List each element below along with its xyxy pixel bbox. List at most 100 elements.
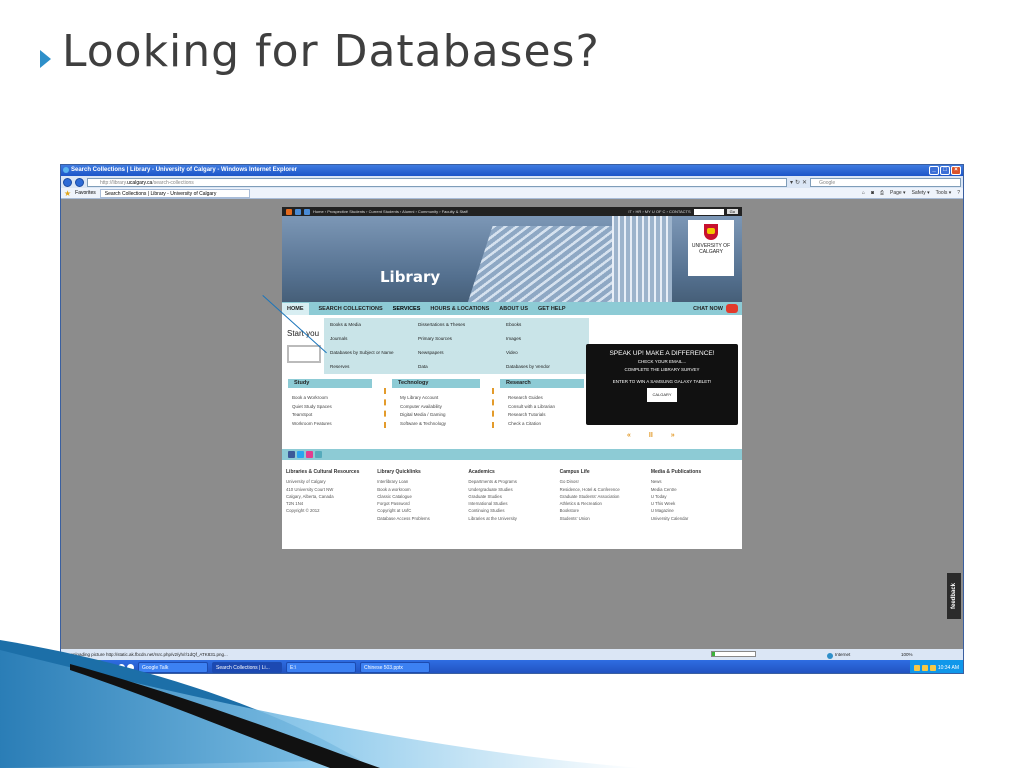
list-item[interactable]: Book a workroom — [377, 486, 468, 493]
list-item: University of Calgary — [286, 479, 326, 485]
list-item[interactable]: Residence, Hotel & Conference — [560, 486, 651, 493]
menu-item[interactable]: Databases by Vendor — [506, 363, 595, 377]
rss-icon[interactable] — [286, 208, 292, 215]
home-icon[interactable]: ⌂ — [862, 190, 865, 196]
maximize-button[interactable]: □ — [940, 166, 950, 175]
list-item[interactable]: Go Dinos! — [560, 478, 651, 485]
favorites-button[interactable]: Favorites — [75, 190, 96, 196]
list-item[interactable]: Quiet Study Spaces — [292, 403, 372, 412]
menu-item[interactable]: Books & Media — [330, 321, 418, 335]
menu-item[interactable]: Data — [418, 363, 506, 377]
twitter-icon[interactable] — [297, 451, 304, 458]
list-item[interactable]: Computer Availability — [400, 403, 480, 412]
nav-about-us[interactable]: ABOUT US — [499, 306, 528, 312]
list-item[interactable]: TeamSpot — [292, 411, 372, 420]
quick-search-input[interactable] — [287, 345, 321, 363]
list-item[interactable]: Undergraduate Studies — [468, 486, 559, 493]
nav-hours-locations[interactable]: HOURS & LOCATIONS — [430, 306, 489, 312]
safety-menu[interactable]: Safety ▾ — [912, 190, 930, 196]
previous-button[interactable]: « — [627, 432, 631, 439]
list-item[interactable]: Research Guides — [508, 394, 584, 403]
list-item[interactable]: My Library Account — [400, 394, 480, 403]
column-heading: Research — [500, 379, 584, 388]
nav-get-help[interactable]: GET HELP — [538, 306, 566, 312]
list-item[interactable]: International Studies — [468, 500, 559, 507]
menu-item[interactable]: Primary Sources — [418, 335, 506, 349]
list-item[interactable]: Classic Catalogue — [377, 493, 468, 500]
column-heading: Study — [288, 379, 372, 388]
list-item[interactable]: Bookstore — [560, 507, 651, 514]
list-item[interactable]: U Magazine — [651, 507, 742, 514]
menu-item-databases-by-subject[interactable]: Databases by Subject or Name — [330, 349, 418, 363]
print-icon[interactable]: ⎙ — [880, 190, 884, 196]
feedback-tab[interactable]: feedback — [947, 573, 961, 619]
facebook-icon[interactable] — [295, 208, 301, 215]
pause-button[interactable]: II — [649, 432, 653, 439]
nav-services[interactable]: SERVICES — [393, 306, 421, 312]
list-item[interactable]: Software & Technology — [400, 420, 480, 429]
list-item[interactable]: U This Week — [651, 500, 742, 507]
address-input[interactable]: http://library.ucalgary.ca/search-collec… — [87, 177, 787, 187]
list-item[interactable]: News — [651, 478, 742, 485]
building-image-2 — [612, 216, 672, 302]
list-item[interactable]: Interlibrary Loan — [377, 478, 468, 485]
nav-search-collections[interactable]: SEARCH COLLECTIONS — [319, 306, 383, 312]
facebook-icon[interactable] — [288, 451, 295, 458]
list-item[interactable]: Graduate Students' Association — [560, 493, 651, 500]
topbar-right-links[interactable]: IT › HR › MY U OF C › CONTACTS — [628, 209, 690, 214]
list-item[interactable]: Consult with a Librarian — [508, 403, 584, 412]
refresh-icon[interactable]: ↻ — [795, 179, 800, 186]
list-item[interactable]: U Today — [651, 493, 742, 500]
flickr-icon[interactable] — [306, 451, 313, 458]
favorites-star-icon[interactable]: ★ — [64, 189, 71, 198]
list-item[interactable]: Research Tutorials — [508, 411, 584, 420]
list-item[interactable]: Continuing Studies — [468, 507, 559, 514]
page-menu[interactable]: Page ▾ — [890, 190, 906, 196]
chat-now-button[interactable]: CHAT NOW — [693, 304, 738, 313]
menu-item[interactable]: Journals — [330, 335, 418, 349]
minimize-button[interactable]: _ — [929, 166, 939, 175]
feeds-icon[interactable]: ◙ — [871, 190, 874, 196]
survey-promo-banner[interactable]: SPEAK UP! MAKE A DIFFERENCE! CHECK YOUR … — [586, 344, 738, 425]
audience-links[interactable]: Home › Prospective Students › Current St… — [313, 209, 468, 214]
window-titlebar[interactable]: Search Collections | Library - Universit… — [61, 165, 963, 176]
site-search-input[interactable] — [693, 208, 724, 215]
quicklink-columns: Study Book a Workroom Quiet Study Spaces… — [288, 379, 584, 428]
menu-item[interactable]: Video — [506, 349, 595, 363]
browser-tab[interactable]: Search Collections | Library - Universit… — [99, 188, 250, 198]
list-item[interactable]: Copyright at UofC — [377, 507, 468, 514]
delicious-icon[interactable] — [315, 451, 322, 458]
list-item[interactable]: Graduate Studies — [468, 493, 559, 500]
list-item[interactable]: Departments & Programs — [468, 478, 559, 485]
twitter-icon[interactable] — [304, 208, 310, 215]
list-item[interactable]: Workroom Features — [292, 420, 372, 429]
university-logo[interactable]: UNIVERSITY OF CALGARY — [688, 220, 734, 276]
back-icon[interactable] — [63, 177, 72, 187]
close-button[interactable]: × — [951, 166, 961, 175]
list-item[interactable]: Forgot Password — [377, 500, 468, 507]
list-item[interactable]: Students' Union — [560, 515, 651, 522]
address-bar-row: http://library.ucalgary.ca/search-collec… — [61, 176, 963, 188]
go-button[interactable]: Go — [726, 209, 738, 214]
list-item[interactable]: Book a Workroom — [292, 394, 372, 403]
menu-item[interactable]: Newspapers — [418, 349, 506, 363]
tools-menu[interactable]: Tools ▾ — [936, 190, 952, 196]
list-item[interactable]: Libraries at the University — [468, 515, 559, 522]
list-item[interactable]: Database Access Problems — [377, 515, 468, 522]
list-item[interactable]: Media Centre — [651, 486, 742, 493]
compat-view-icon[interactable]: ▾ — [790, 179, 793, 186]
menu-item[interactable]: Dissertations & Theses — [418, 321, 506, 335]
list-item[interactable]: Digital Media / Gaming — [400, 411, 480, 420]
help-icon[interactable]: ? — [957, 190, 960, 196]
list-item[interactable]: Check a Citation — [508, 420, 584, 429]
menu-item[interactable]: Reserves — [330, 363, 418, 377]
menu-item[interactable]: Images — [506, 335, 595, 349]
list-item[interactable]: University Calendar — [651, 515, 742, 522]
list-item[interactable]: Athletics & Recreation — [560, 500, 651, 507]
stop-icon[interactable]: ✕ — [802, 179, 807, 186]
nav-home[interactable]: HOME — [282, 302, 309, 315]
search-input[interactable]: Google — [810, 177, 961, 187]
forward-icon[interactable] — [75, 177, 84, 187]
next-button[interactable]: » — [671, 432, 675, 439]
menu-item[interactable]: Ebooks — [506, 321, 595, 335]
